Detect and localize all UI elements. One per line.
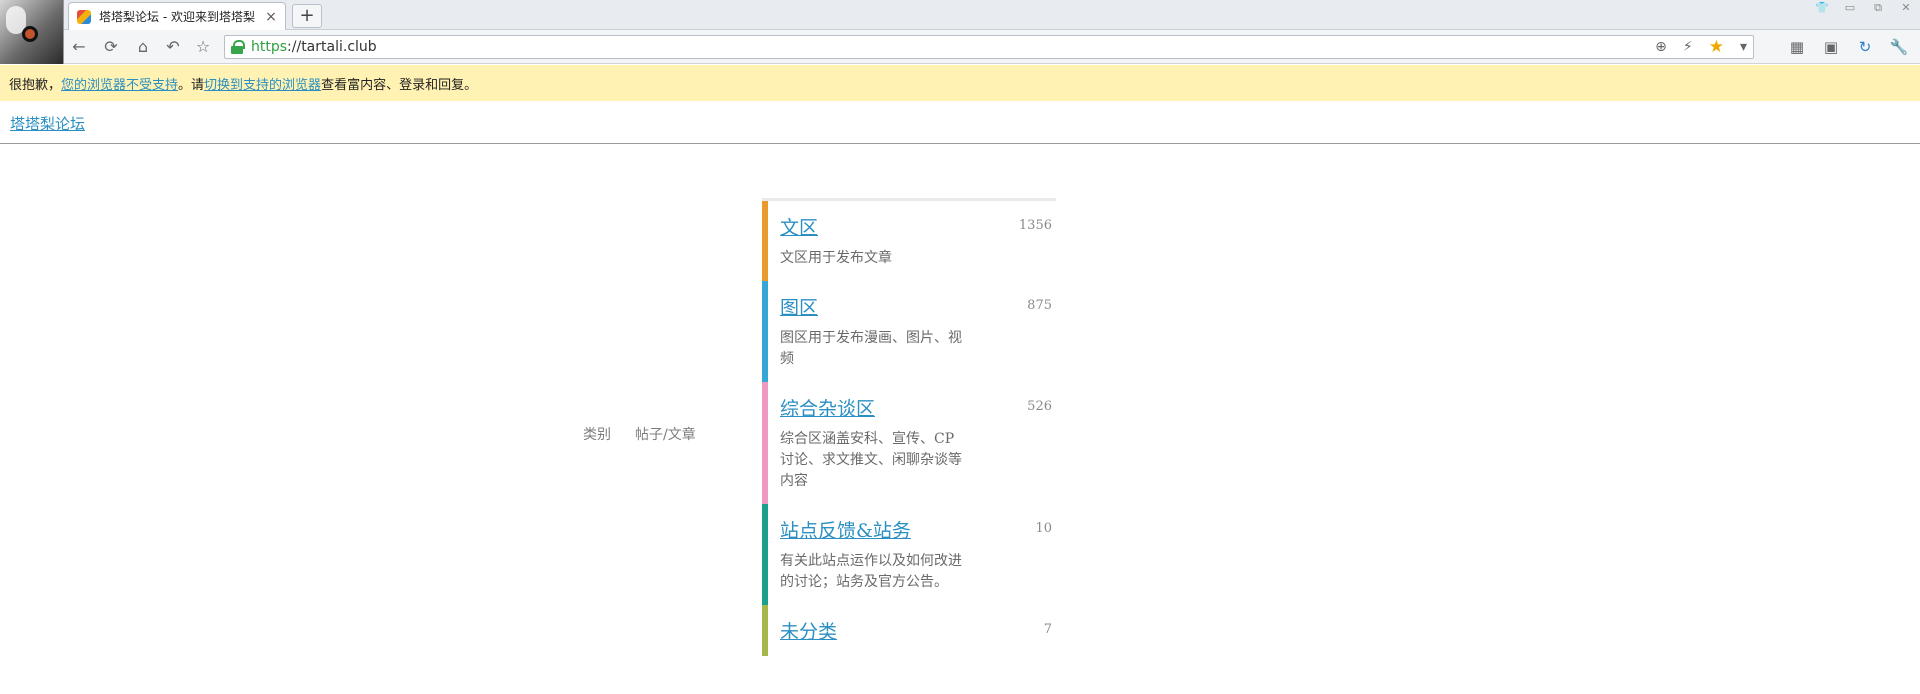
apps-icon[interactable]: ▦ <box>1784 35 1810 59</box>
category-post-count: 875 <box>1027 298 1052 313</box>
reader-icon[interactable]: ▣ <box>1818 35 1844 59</box>
category-post-count: 7 <box>1043 622 1052 637</box>
home-icon[interactable]: ⌂ <box>130 35 156 59</box>
site-favicon-icon <box>77 9 91 24</box>
column-header-posts: 帖子/文章 <box>635 427 696 443</box>
category-link[interactable]: 图区 <box>780 293 818 320</box>
restore-icon[interactable]: ⧉ <box>1864 0 1892 16</box>
window-controls: 👕 ▭ ⧉ ✕ <box>1808 0 1920 16</box>
skin-icon[interactable]: 👕 <box>1808 0 1836 16</box>
new-tab-button[interactable]: + <box>292 4 322 28</box>
category-description: 有关此站点运作以及如何改进的讨论；站务及官方公告。 <box>780 553 962 590</box>
notice-middle: 。请 <box>178 77 205 93</box>
site-header: 塔塔梨论坛 <box>0 101 1920 144</box>
address-actions: ⊕ ⚡ ★ ▾ <box>1655 36 1747 58</box>
back-icon[interactable]: ← <box>66 35 92 59</box>
avatar-lens <box>22 26 38 42</box>
category-description: 图区用于发布漫画、图片、视频 <box>780 330 962 367</box>
category-link[interactable]: 综合杂谈区 <box>780 394 875 421</box>
category-description: 综合区涵盖安科、宣传、CP讨论、求文推文、闲聊杂谈等内容 <box>780 431 962 489</box>
category-row: 图区 875 图区用于发布漫画、图片、视频 <box>762 281 1056 382</box>
toolbar-right: ▦ ▣ ↻ 🔧 <box>1784 35 1912 59</box>
switch-browser-link[interactable]: 切换到支持的浏览器 <box>204 74 321 93</box>
bookmark-star-icon[interactable]: ★ <box>1709 37 1724 57</box>
tab-title: 塔塔梨论坛 - 欢迎来到塔塔梨 <box>99 10 255 24</box>
category-description: 文区用于发布文章 <box>780 250 892 266</box>
address-url[interactable]: https://tartali.club <box>251 39 377 55</box>
browser-toolbar: ← ⟳ ⌂ ↶ ☆ https://tartali.club ⊕ ⚡ ★ ▾ ▦… <box>0 30 1920 64</box>
close-window-icon[interactable]: ✕ <box>1892 0 1920 16</box>
lightning-icon[interactable]: ⚡ <box>1683 39 1693 55</box>
category-list: 文区 1356 文区用于发布文章 图区 875 图区用于发布漫画、图片、视频 综… <box>762 198 1056 656</box>
column-header-category: 类别 <box>583 427 611 443</box>
url-scheme: https <box>251 39 288 55</box>
sync-icon[interactable]: ↻ <box>1852 35 1878 59</box>
refresh-icon[interactable]: ⟳ <box>98 35 124 59</box>
undo-icon[interactable]: ↶ <box>160 35 186 59</box>
url-host: ://tartali.club <box>287 39 377 55</box>
notice-prefix: 很抱歉， <box>9 77 62 93</box>
category-row: 站点反馈&站务 10 有关此站点运作以及如何改进的讨论；站务及官方公告。 <box>762 504 1056 605</box>
tab-close-icon[interactable]: × <box>263 9 279 25</box>
category-post-count: 526 <box>1027 399 1052 414</box>
category-link[interactable]: 文区 <box>780 213 818 240</box>
address-bar[interactable]: https://tartali.club ⊕ ⚡ ★ ▾ <box>224 35 1754 59</box>
notice-suffix: 查看富内容、登录和回复。 <box>321 77 478 93</box>
unsupported-browser-notice: 很抱歉， 您的浏览器不受支持 。请 切换到支持的浏览器 查看富内容、登录和回复。 <box>0 65 1920 101</box>
category-post-count: 10 <box>1035 521 1052 536</box>
lock-icon <box>231 40 245 54</box>
category-row: 综合杂谈区 526 综合区涵盖安科、宣传、CP讨论、求文推文、闲聊杂谈等内容 <box>762 382 1056 504</box>
category-link[interactable]: 未分类 <box>780 617 837 644</box>
category-post-count: 1356 <box>1018 218 1052 233</box>
favorite-icon[interactable]: ☆ <box>190 35 216 59</box>
address-dropdown-icon[interactable]: ▾ <box>1740 39 1747 55</box>
unsupported-browser-link[interactable]: 您的浏览器不受支持 <box>61 74 178 93</box>
minimize-icon[interactable]: ▭ <box>1836 0 1864 16</box>
site-title-link[interactable]: 塔塔梨论坛 <box>10 113 85 134</box>
tab-strip: 塔塔梨论坛 - 欢迎来到塔塔梨 × + 👕 ▭ ⧉ ✕ <box>0 0 1920 30</box>
tools-icon[interactable]: 🔧 <box>1886 35 1912 59</box>
add-icon[interactable]: ⊕ <box>1655 39 1667 55</box>
browser-tab[interactable]: 塔塔梨论坛 - 欢迎来到塔塔梨 × <box>68 2 286 30</box>
category-link[interactable]: 站点反馈&站务 <box>780 516 911 543</box>
category-row: 文区 1356 文区用于发布文章 <box>762 201 1056 281</box>
user-avatar[interactable] <box>0 0 64 64</box>
category-row: 未分类 7 <box>762 605 1056 656</box>
